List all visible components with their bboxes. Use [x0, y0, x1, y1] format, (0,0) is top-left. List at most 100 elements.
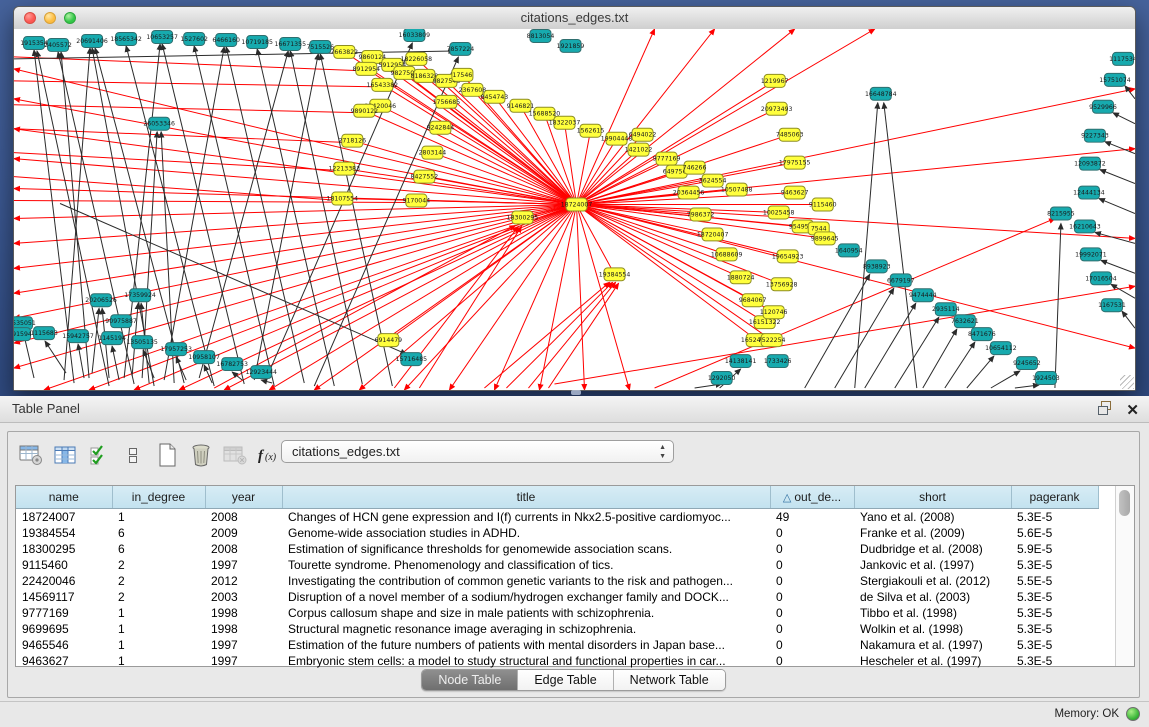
network-node[interactable]: 7663822: [330, 45, 358, 58]
table-cell[interactable]: 6: [112, 525, 205, 541]
table-cell[interactable]: 5.3E-5: [1011, 653, 1098, 669]
table-cell[interactable]: Estimation of the future numbers of pati…: [282, 637, 770, 653]
table-cell[interactable]: 2012: [205, 573, 282, 589]
network-node[interactable]: 16648784: [865, 87, 897, 100]
splitter-handle[interactable]: [571, 390, 581, 395]
table-mode-icon[interactable]: [16, 441, 46, 469]
table-cell[interactable]: Nakamura et al. (1997): [854, 637, 1011, 653]
network-node[interactable]: 9115460: [809, 198, 837, 211]
table-cell[interactable]: 19384554: [16, 525, 112, 541]
network-node[interactable]: 1115683: [30, 327, 58, 340]
network-node[interactable]: 9170044: [403, 194, 431, 207]
network-node[interactable]: 10958107: [188, 351, 220, 364]
network-node[interactable]: 9245652: [1013, 357, 1041, 370]
column-header-out_de[interactable]: △out_de...: [770, 486, 854, 509]
table-cell[interactable]: 5.5E-5: [1011, 573, 1098, 589]
table-cell[interactable]: 2008: [205, 541, 282, 557]
network-node[interactable]: 12093872: [1074, 157, 1106, 170]
network-view[interactable]: 1915354240557220691406185653421065325715…: [14, 29, 1135, 390]
table-row[interactable]: 1938455462009Genome-wide association stu…: [16, 525, 1116, 541]
network-node[interactable]: 1880724: [727, 271, 755, 284]
network-node[interactable]: 1756685: [433, 95, 461, 108]
network-window[interactable]: citations_edges.txt 19153542405572206914…: [13, 6, 1136, 391]
table-row[interactable]: 946554611997Estimation of the future num…: [16, 637, 1116, 653]
vertical-scrollbar[interactable]: [1115, 486, 1134, 666]
network-node[interactable]: 19384554: [599, 268, 631, 281]
select-all-columns-icon[interactable]: [84, 441, 114, 469]
table-cell[interactable]: 0: [770, 653, 854, 669]
network-node[interactable]: 13505135: [126, 336, 158, 349]
network-node[interactable]: 1120746: [760, 306, 788, 319]
table-cell[interactable]: 49: [770, 509, 854, 526]
network-node[interactable]: 1924503: [1032, 372, 1060, 385]
network-node[interactable]: 8454743: [481, 90, 509, 103]
table-cell[interactable]: 1997: [205, 557, 282, 573]
network-node[interactable]: 17546: [452, 68, 473, 81]
network-node[interactable]: 1219967: [761, 74, 789, 87]
network-node[interactable]: 2803144: [419, 146, 447, 159]
unselect-all-columns-icon[interactable]: [118, 441, 148, 469]
table-row[interactable]: 1830029562008Estimation of significance …: [16, 541, 1116, 557]
table-row[interactable]: 911546021997Tourette syndrome. Phenomeno…: [16, 557, 1116, 573]
table-cell[interactable]: 0: [770, 573, 854, 589]
network-node[interactable]: 7857224: [447, 42, 475, 55]
table-cell[interactable]: Structural magnetic resonance image aver…: [282, 621, 770, 637]
network-node[interactable]: 6679197: [887, 274, 915, 287]
table-cell[interactable]: 22420046: [16, 573, 112, 589]
network-node[interactable]: 90975887: [105, 315, 137, 328]
table-row[interactable]: 1872400712008Changes of HCN gene express…: [16, 509, 1116, 526]
table-cell[interactable]: Estimation of significance thresholds fo…: [282, 541, 770, 557]
table-cell[interactable]: 0: [770, 541, 854, 557]
table-cell[interactable]: Jankovic et al. (1997): [854, 557, 1011, 573]
table-cell[interactable]: Stergiakouli et al. (2012): [854, 573, 1011, 589]
network-node[interactable]: 16671355: [274, 37, 306, 50]
network-node[interactable]: 7632621: [951, 315, 979, 328]
table-cell[interactable]: 0: [770, 621, 854, 637]
table-cell[interactable]: 9465546: [16, 637, 112, 653]
network-node[interactable]: 2935114: [932, 303, 960, 316]
network-node[interactable]: 19992071: [1075, 248, 1107, 261]
network-node[interactable]: 7522254: [758, 334, 786, 347]
network-node[interactable]: 20691406: [76, 34, 108, 47]
table-cell[interactable]: 1: [112, 637, 205, 653]
network-node[interactable]: 7485063: [776, 128, 804, 141]
network-node[interactable]: 16033809: [399, 29, 431, 41]
table-cell[interactable]: 0: [770, 589, 854, 605]
column-header-short[interactable]: short: [854, 486, 1011, 509]
network-node[interactable]: 9899645: [811, 232, 839, 245]
table-cell[interactable]: 5.6E-5: [1011, 525, 1098, 541]
network-node[interactable]: 3624554: [699, 174, 727, 187]
column-header-title[interactable]: title: [282, 486, 770, 509]
close-panel-icon[interactable]: ✕: [1126, 403, 1139, 419]
table-cell[interactable]: 5.3E-5: [1011, 621, 1098, 637]
network-node[interactable]: 9242844: [427, 121, 455, 134]
table-cell[interactable]: Hescheler et al. (1997): [854, 653, 1011, 669]
table-cell[interactable]: 1: [112, 509, 205, 526]
table-cell[interactable]: 18300295: [16, 541, 112, 557]
table-cell[interactable]: 5.3E-5: [1011, 605, 1098, 621]
table-cell[interactable]: 5.3E-5: [1011, 557, 1098, 573]
network-node[interactable]: 1421022: [625, 143, 653, 156]
network-node[interactable]: 20364456: [673, 186, 705, 199]
network-node[interactable]: 18720407: [697, 228, 729, 241]
table-row[interactable]: 1456911722003Disruption of a novel membe…: [16, 589, 1116, 605]
network-node[interactable]: 6494022: [629, 128, 657, 141]
new-column-icon[interactable]: [152, 441, 182, 469]
column-header-in_degree[interactable]: in_degree: [112, 486, 205, 509]
table-row[interactable]: 946362711997Embryonic stem cells: a mode…: [16, 653, 1116, 669]
network-node[interactable]: 9529966: [1089, 100, 1117, 113]
table-cell[interactable]: 2009: [205, 525, 282, 541]
network-node[interactable]: 7986372: [687, 208, 715, 221]
network-node[interactable]: 16210643: [1069, 220, 1101, 233]
table-cell[interactable]: Tourette syndrome. Phenomenology and cla…: [282, 557, 770, 573]
network-node[interactable]: 1117534: [1109, 52, 1135, 65]
network-node[interactable]: 1921859: [557, 39, 585, 52]
table-cell[interactable]: 9777169: [16, 605, 112, 621]
network-node[interactable]: 19654923: [772, 250, 804, 263]
network-node[interactable]: 1527602: [180, 32, 208, 45]
tab-network-table[interactable]: Network Table: [614, 670, 725, 690]
column-header-name[interactable]: name: [16, 486, 112, 509]
column-header-pagerank[interactable]: pagerank: [1011, 486, 1098, 509]
table-cell[interactable]: 5.9E-5: [1011, 541, 1098, 557]
network-node[interactable]: 15751074: [1099, 73, 1131, 86]
